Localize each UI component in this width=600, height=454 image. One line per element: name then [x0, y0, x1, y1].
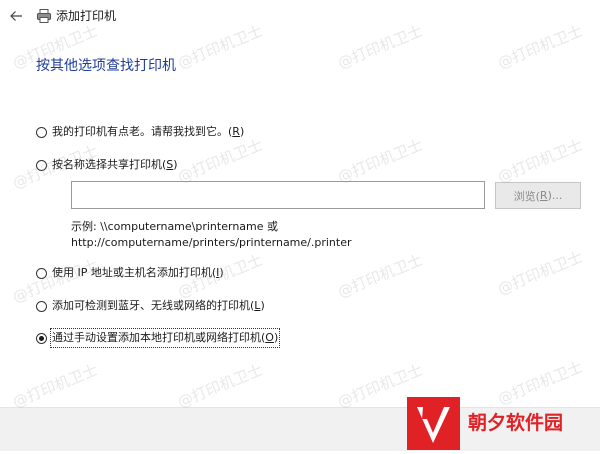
option-bluetooth-wireless[interactable]: 添加可检测到蓝牙、无线或网络的打印机(L) [36, 298, 265, 314]
option-old-printer[interactable]: 我的打印机有点老。请帮我找到它。(R) [36, 124, 244, 140]
radio-manual-settings[interactable] [36, 332, 47, 344]
example-line-2: http://computername/printers/printername… [71, 236, 352, 249]
watermark: @打印机卫士 [10, 360, 101, 412]
option-shared-printer[interactable]: 按名称选择共享打印机(S) [36, 157, 178, 173]
shared-printer-name-input[interactable] [71, 181, 485, 209]
radio-bluetooth-wireless[interactable] [36, 300, 47, 312]
back-button[interactable] [6, 6, 26, 26]
browse-button[interactable]: 浏览(R)... [495, 182, 581, 209]
page-heading: 按其他选项查找打印机 [36, 58, 176, 74]
option-label: 按名称选择共享打印机(S) [52, 158, 178, 171]
option-ip-address[interactable]: 使用 IP 地址或主机名添加打印机(I) [36, 265, 224, 281]
watermark: @打印机卫士 [335, 250, 426, 302]
radio-shared-printer[interactable] [36, 159, 47, 171]
watermark: @打印机卫士 [335, 135, 426, 187]
window-title: 添加打印机 [56, 9, 117, 23]
radio-ip-address[interactable] [36, 267, 47, 279]
watermark: @打印机卫士 [495, 357, 586, 409]
option-label: 添加可检测到蓝牙、无线或网络的打印机(L) [52, 299, 265, 312]
brand-name: 朝夕软件园 [468, 412, 564, 434]
watermark: @打印机卫士 [495, 135, 586, 187]
radio-old-printer[interactable] [36, 126, 47, 138]
watermark: @打印机卫士 [495, 247, 586, 299]
watermark: @打印机卫士 [175, 135, 266, 187]
watermark: @打印机卫士 [175, 360, 266, 412]
option-label: 使用 IP 地址或主机名添加打印机(I) [52, 266, 224, 279]
brand-logo [407, 397, 460, 450]
example-line-1: 示例: \\computername\printername 或 [71, 220, 279, 233]
option-label: 通过手动设置添加本地打印机或网络打印机(O) [49, 328, 281, 348]
brand-logo-mark-icon [417, 407, 450, 443]
option-label: 我的打印机有点老。请帮我找到它。(R) [52, 125, 245, 138]
option-manual-settings[interactable]: 通过手动设置添加本地打印机或网络打印机(O) [36, 328, 281, 348]
title-bar: 添加打印机 [0, 0, 600, 32]
printer-icon [37, 9, 51, 23]
arrow-left-icon [10, 11, 22, 21]
